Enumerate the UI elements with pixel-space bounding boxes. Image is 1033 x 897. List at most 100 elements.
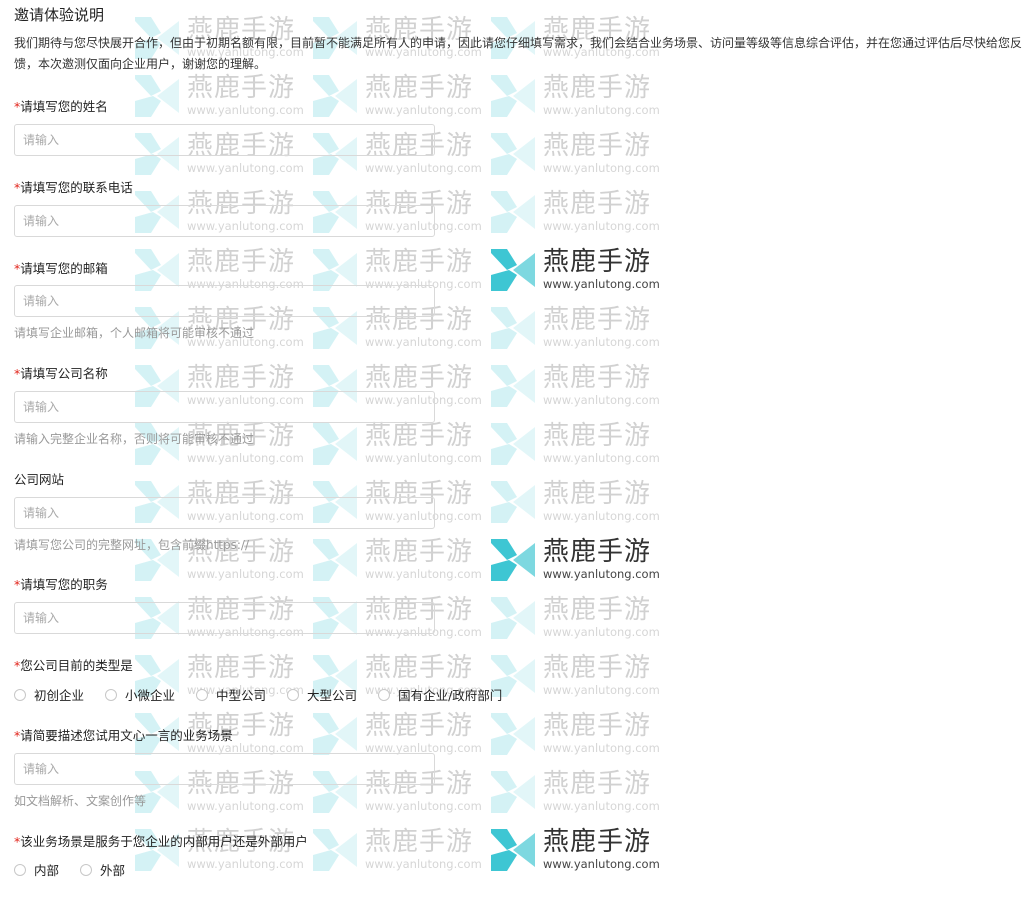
radio-circle[interactable] [14, 863, 26, 876]
radio-startup[interactable]: 初创企业 [14, 685, 84, 704]
brand-logo-icon [313, 75, 357, 117]
radio-circle[interactable] [105, 688, 118, 701]
watermark-url: www.yanlutong.com [543, 161, 660, 175]
brand-logo-icon [491, 249, 535, 291]
brand-logo-icon [491, 133, 535, 175]
brand-logo-icon [491, 713, 535, 755]
watermark-brand-name: 燕鹿手游 [543, 479, 652, 509]
watermark-logo: 燕鹿手游 www.yanlutong.com [313, 827, 483, 873]
brand-logo-icon [491, 539, 535, 581]
radio-circle[interactable] [287, 688, 300, 701]
company-type-radio-group: 初创企业 小微企业 中型公司 大型公司 国有企业/政府部门 [14, 685, 502, 704]
watermark-logo: 燕鹿手游 www.yanlutong.com [491, 305, 661, 351]
radio-circle[interactable] [196, 688, 209, 701]
brand-logo-icon [491, 307, 535, 349]
watermark-logo: 燕鹿手游 www.yanlutong.com [491, 711, 661, 757]
company-name-input[interactable] [14, 391, 435, 423]
brand-logo-icon [491, 771, 535, 813]
watermark-brand-name: 燕鹿手游 [365, 711, 474, 741]
intro-text: 我们期待与您尽快展开合作，但由于初期名额有限，目前暂不能满足所有人的申请，因此请… [14, 36, 1023, 71]
watermark-brand-name: 燕鹿手游 [543, 537, 652, 567]
watermark-brand-name: 燕鹿手游 [187, 653, 296, 683]
watermark-brand-name: 燕鹿手游 [543, 247, 652, 277]
watermark-url: www.yanlutong.com [543, 509, 660, 523]
watermark-brand-name: 燕鹿手游 [187, 73, 296, 103]
name-input[interactable] [14, 124, 435, 156]
brand-logo-icon [491, 597, 535, 639]
watermark-url: www.yanlutong.com [365, 857, 482, 871]
phone-label: *请填写您的联系电话 [14, 180, 133, 195]
radio-circle[interactable] [378, 688, 391, 701]
watermark-logo: 燕鹿手游 www.yanlutong.com [491, 189, 661, 235]
watermark-logo: 燕鹿手游 www.yanlutong.com [491, 537, 661, 583]
watermark-brand-name: 燕鹿手游 [365, 73, 474, 103]
email-label: *请填写您的邮箱 [14, 261, 108, 276]
company-website-label: 公司网站 [14, 472, 65, 487]
radio-small-business[interactable]: 小微企业 [105, 685, 175, 704]
brand-logo-icon [491, 191, 535, 233]
watermark-url: www.yanlutong.com [187, 857, 304, 871]
radio-circle[interactable] [14, 688, 26, 701]
job-title-input[interactable] [14, 602, 435, 634]
watermark-url: www.yanlutong.com [543, 219, 660, 233]
watermark-logo: 燕鹿手游 www.yanlutong.com [135, 73, 305, 119]
radio-large-company[interactable]: 大型公司 [287, 685, 357, 704]
watermark-brand-name: 燕鹿手游 [365, 421, 474, 451]
watermark-brand-name: 燕鹿手游 [543, 827, 652, 857]
watermark-url: www.yanlutong.com [543, 799, 660, 813]
watermark-brand-name: 燕鹿手游 [187, 247, 296, 277]
watermark-brand-name: 燕鹿手游 [543, 711, 652, 741]
company-website-hint: 请填写您公司的完整网址，包含前缀https:// [14, 538, 250, 552]
job-title-label: *请填写您的职务 [14, 577, 108, 592]
company-type-label: *您公司目前的类型是 [14, 658, 133, 673]
watermark-logo: 燕鹿手游 www.yanlutong.com [313, 73, 483, 119]
email-hint: 请填写企业邮箱，个人邮箱将可能审核不通过 [14, 326, 255, 340]
watermark-brand-name: 燕鹿手游 [365, 363, 474, 393]
watermark-logo: 燕鹿手游 www.yanlutong.com [491, 247, 661, 293]
company-name-label: *请填写公司名称 [14, 366, 108, 381]
watermark-logo: 燕鹿手游 www.yanlutong.com [491, 769, 661, 815]
watermark-brand-name: 燕鹿手游 [543, 305, 652, 335]
watermark-brand-name: 燕鹿手游 [365, 537, 474, 567]
watermark-logo: 燕鹿手游 www.yanlutong.com [491, 421, 661, 467]
watermark-url: www.yanlutong.com [187, 161, 304, 175]
radio-medium-company[interactable]: 中型公司 [196, 685, 266, 704]
brand-logo-icon [491, 365, 535, 407]
watermark-url: www.yanlutong.com [543, 277, 660, 291]
brand-logo-icon [313, 539, 357, 581]
brand-logo-icon [313, 423, 357, 465]
watermark-url: www.yanlutong.com [543, 741, 660, 755]
watermark-url: www.yanlutong.com [543, 857, 660, 871]
business-scenario-label: *请简要描述您试用文心一言的业务场景 [14, 728, 233, 743]
watermark-logo: 燕鹿手游 www.yanlutong.com [491, 73, 661, 119]
watermark-url: www.yanlutong.com [365, 161, 482, 175]
email-input[interactable] [14, 285, 435, 317]
watermark-url: www.yanlutong.com [187, 799, 304, 813]
watermark-brand-name: 燕鹿手游 [365, 247, 474, 277]
company-website-input[interactable] [14, 497, 435, 529]
watermark-logo: 燕鹿手游 www.yanlutong.com [491, 131, 661, 177]
user-type-radio-group: 内部 外部 [14, 860, 125, 879]
watermark-logo: 燕鹿手游 www.yanlutong.com [491, 363, 661, 409]
business-scenario-input[interactable] [14, 753, 435, 785]
watermark-brand-name: 燕鹿手游 [543, 189, 652, 219]
brand-logo-icon [491, 829, 535, 871]
radio-external[interactable]: 外部 [80, 860, 125, 879]
watermark-url: www.yanlutong.com [365, 335, 482, 349]
business-scenario-hint: 如文档解析、文案创作等 [14, 794, 147, 808]
user-type-label: *该业务场景是服务于您企业的内部用户还是外部用户 [14, 834, 308, 849]
radio-internal[interactable]: 内部 [14, 860, 59, 879]
watermark-url: www.yanlutong.com [187, 567, 304, 581]
radio-circle[interactable] [80, 863, 93, 876]
watermark-brand-name: 燕鹿手游 [543, 653, 652, 683]
watermark-url: www.yanlutong.com [543, 393, 660, 407]
page-title: 邀请体验说明 [14, 6, 105, 24]
brand-logo-icon [491, 75, 535, 117]
radio-state-owned-government[interactable]: 国有企业/政府部门 [378, 685, 502, 704]
phone-input[interactable] [14, 205, 435, 237]
watermark-brand-name: 燕鹿手游 [543, 421, 652, 451]
brand-logo-icon [313, 713, 357, 755]
watermark-url: www.yanlutong.com [543, 625, 660, 639]
watermark-url: www.yanlutong.com [187, 103, 304, 117]
name-label: *请填写您的姓名 [14, 99, 108, 114]
